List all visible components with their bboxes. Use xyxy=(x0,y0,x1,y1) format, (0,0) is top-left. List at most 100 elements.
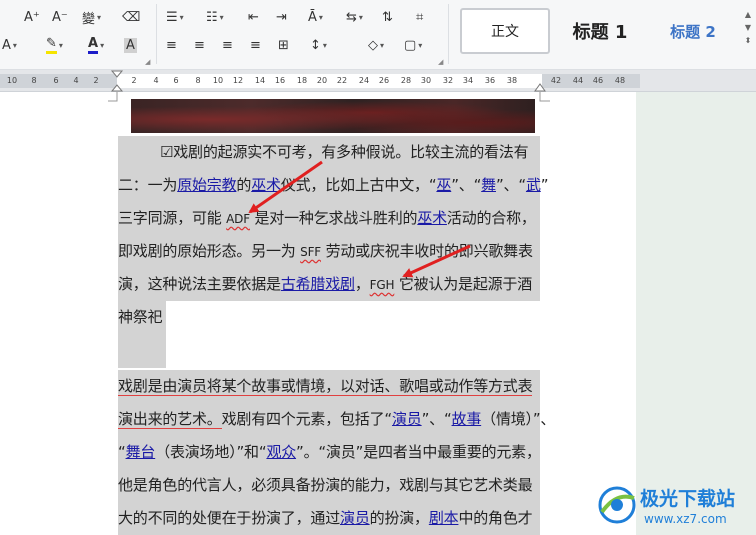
empty-paragraph[interactable] xyxy=(118,334,166,368)
hyperlink[interactable]: 观众 xyxy=(266,443,296,461)
shading-button[interactable]: ◇ ▾ xyxy=(368,34,384,56)
align-right-icon: ≡ xyxy=(222,37,233,53)
hyperlink[interactable]: 巫术 xyxy=(251,176,281,194)
gallery-down-icon[interactable]: ▼ xyxy=(742,21,754,34)
phonetic-guide-icon: 變 xyxy=(82,11,96,27)
justify-button[interactable]: ≡ xyxy=(250,34,261,56)
font-color-button[interactable]: A ▾ xyxy=(88,34,104,56)
line-direction-button[interactable]: ⇆ ▾ xyxy=(346,6,363,28)
style-gallery: 正文 标题 1 标题 2 xyxy=(458,5,756,59)
spellcheck-word[interactable]: ADF xyxy=(226,212,250,226)
hyperlink[interactable]: 巫术 xyxy=(417,209,447,227)
ruler-tick-label: 6 xyxy=(173,76,179,85)
document-image[interactable] xyxy=(131,99,535,133)
text-line[interactable]: 即戏剧的原始形态。另一为 SFF 劳动或庆祝丰收时的即兴歌舞表 xyxy=(118,235,540,268)
hyperlink[interactable]: 演员 xyxy=(392,410,422,428)
spellcheck-word[interactable]: SFF xyxy=(300,245,321,259)
align-center-icon: ≡ xyxy=(194,37,205,53)
text-line[interactable]: 他是角色的代言人，必须具备扮演的能力，戏剧与其它艺术类最 xyxy=(118,469,540,502)
text-run: ”、“ xyxy=(421,410,452,428)
style-gallery-scroll[interactable]: ▲ ▼ ⬍ xyxy=(742,8,754,47)
text-line[interactable]: “舞台（表演场地）”和“观众”。“演员”是四者当中最重要的元素， xyxy=(118,436,541,469)
font-size-decrease-button[interactable]: A⁻ xyxy=(52,6,68,28)
borders-button[interactable]: ▢ ▾ xyxy=(404,34,422,56)
style-heading1-button[interactable]: 标题 1 xyxy=(562,8,638,54)
align-left-icon: ≡ xyxy=(166,37,177,53)
hyperlink[interactable]: 故事 xyxy=(452,410,482,428)
dropdown-caret-icon[interactable]: ▾ xyxy=(59,41,63,50)
hyperlink[interactable]: 舞台 xyxy=(126,443,156,461)
dropdown-caret-icon[interactable]: ▾ xyxy=(323,41,327,50)
ribbon-toolbar: ◢ ◢ 正文 标题 1 标题 2 ▲ ▼ ⬍ A⁺ A⁻ 變 ▾ ⌫ ☰ ▾ ☷ ▾ ⇤ ⇥ Ā ▾ ⇆ ▾… xyxy=(0,0,756,70)
ruler-tick-label: 32 xyxy=(442,76,454,85)
dropdown-caret-icon[interactable]: ▾ xyxy=(97,13,101,22)
text-effect-button[interactable]: A ▾ xyxy=(2,34,17,56)
text-line[interactable]: 三字同源，可能 ADF 是对一种乞求战斗胜利的巫术活动的合称， xyxy=(118,202,540,235)
line-spacing-button[interactable]: ↕ ▾ xyxy=(310,34,327,56)
bullets-button[interactable]: ☰ ▾ xyxy=(166,6,184,28)
text-effect-icon: A xyxy=(2,37,11,53)
hyperlink[interactable]: 武 xyxy=(526,176,541,194)
increase-indent-button[interactable]: ⇥ xyxy=(276,6,287,28)
distributed-button[interactable]: ⊞ xyxy=(278,34,289,56)
text-line[interactable]: 大的不同的处便在于扮演了，通过演员的扮演，剧本中的角色才 xyxy=(118,502,540,535)
ruler-tick-label: 42 xyxy=(550,76,562,85)
text-line[interactable]: 神祭祀 xyxy=(118,301,166,334)
dropdown-caret-icon[interactable]: ▾ xyxy=(380,41,384,50)
hyperlink[interactable]: 原始宗教 xyxy=(177,176,236,194)
text-run: 二：一为 xyxy=(118,176,178,194)
text-run: 大的不同的处便在于扮演了，通过 xyxy=(118,509,341,527)
paragraph-dialog-launcher-icon[interactable]: ◢ xyxy=(438,58,443,66)
ribbon-separator xyxy=(156,4,157,64)
hyperlink[interactable]: 舞 xyxy=(481,176,496,194)
text-run: 演，这种说法主要依据是 xyxy=(118,275,281,293)
spellcheck-word[interactable]: FGH xyxy=(370,278,395,292)
ruler-tick-label: 2 xyxy=(131,76,137,85)
dropdown-caret-icon[interactable]: ▾ xyxy=(319,13,323,22)
dropdown-caret-icon[interactable]: ▾ xyxy=(418,41,422,50)
char-shading-button[interactable]: A xyxy=(124,34,137,56)
decrease-indent-button[interactable]: ⇤ xyxy=(248,6,259,28)
dropdown-caret-icon[interactable]: ▾ xyxy=(13,41,17,50)
text-line[interactable]: 二：一为原始宗教的巫术仪式，比如上古中文，“巫”、“舞”、“武” xyxy=(118,169,549,202)
dropdown-caret-icon[interactable]: ▾ xyxy=(100,41,104,50)
font-size-increase-icon: A⁺ xyxy=(24,9,40,25)
text-direction-button[interactable]: Ā ▾ xyxy=(308,6,323,28)
style-heading2-button[interactable]: 标题 2 xyxy=(658,8,728,54)
text-line[interactable]: 演，这种说法主要依据是古希腊戏剧，FGH 它被认为是起源于酒 xyxy=(118,268,540,301)
align-left-button[interactable]: ≡ xyxy=(166,34,177,56)
ribbon-separator xyxy=(448,4,449,64)
clear-format-button[interactable]: ⌫ xyxy=(122,6,140,28)
sort-button[interactable]: ⇅ xyxy=(382,6,393,28)
phonetic-guide-button[interactable]: 變 ▾ xyxy=(82,6,101,28)
indent-marker-icon[interactable] xyxy=(110,70,124,92)
style-normal-button[interactable]: 正文 xyxy=(460,8,550,54)
align-right-button[interactable]: ≡ xyxy=(222,34,233,56)
highlight-color-button[interactable]: ✎ ▾ xyxy=(46,34,63,56)
workspace-background xyxy=(636,92,756,535)
numbering-button[interactable]: ☷ ▾ xyxy=(206,6,224,28)
shading-icon: ◇ xyxy=(368,37,378,53)
right-indent-marker-icon[interactable] xyxy=(533,78,547,92)
text-run: 戏剧有四个元素，包括了“ xyxy=(221,410,393,428)
distributed-icon: ⊞ xyxy=(278,37,289,53)
gallery-expand-icon[interactable]: ⬍ xyxy=(742,34,754,47)
ruler-tick-label: 14 xyxy=(254,76,266,85)
dropdown-caret-icon[interactable]: ▾ xyxy=(180,13,184,22)
font-dialog-launcher-icon[interactable]: ◢ xyxy=(145,58,150,66)
ruler-tick-label: 24 xyxy=(358,76,370,85)
text-line[interactable]: 戏剧是由演员将某个故事或情境，以对话、歌唱或动作等方式表 xyxy=(118,370,540,403)
dropdown-caret-icon[interactable]: ▾ xyxy=(220,13,224,22)
dropdown-caret-icon[interactable]: ▾ xyxy=(359,13,363,22)
gallery-up-icon[interactable]: ▲ xyxy=(742,8,754,21)
align-center-button[interactable]: ≡ xyxy=(194,34,205,56)
hyperlink[interactable]: 演员 xyxy=(340,509,370,527)
show-marks-button[interactable]: ⌗ xyxy=(416,6,423,28)
hyperlink[interactable]: 巫 xyxy=(436,176,451,194)
hyperlink[interactable]: 古希腊戏剧 xyxy=(281,275,355,293)
horizontal-ruler[interactable]: 10 8 6 4 2 2 4 6 8 10 12 14 16 18 20 22 24 26 28 30 32 34 36 38… xyxy=(0,70,756,92)
font-size-increase-button[interactable]: A⁺ xyxy=(24,6,40,28)
text-line[interactable]: ☑戏剧的起源实不可考，有多种假说。比较主流的看法有 xyxy=(118,136,540,169)
hyperlink[interactable]: 剧本 xyxy=(429,509,459,527)
text-line[interactable]: 演出来的艺术。戏剧有四个元素，包括了“演员”、“故事（情境）”、 xyxy=(118,403,555,436)
